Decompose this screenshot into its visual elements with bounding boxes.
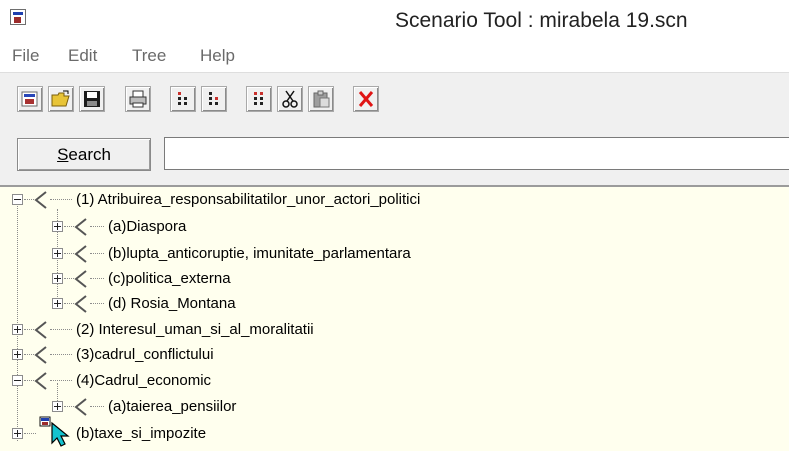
tree-connector: [24, 329, 34, 331]
tree-connector: [24, 433, 36, 435]
add-sibling-node-icon: [178, 92, 187, 105]
search-button-label: earch: [68, 145, 111, 164]
tree-node-label: (d) Rosia_Montana: [108, 295, 236, 312]
tree-node[interactable]: (b)lupta_anticoruptie, imunitate_parlame…: [0, 243, 789, 267]
new-scenario-icon: [21, 91, 38, 107]
paste-icon: [313, 90, 330, 108]
tree-connector: [90, 303, 104, 305]
insert-node-button[interactable]: [246, 86, 272, 112]
tree-connector: [24, 380, 34, 382]
tree-connector: [64, 303, 74, 305]
tree-node[interactable]: (c)politica_externa: [0, 268, 789, 292]
tree-node[interactable]: (b)taxe_si_impozite: [0, 416, 789, 447]
tree-node-label: (c)politica_externa: [108, 270, 231, 287]
insert-node-icon: [254, 92, 263, 105]
tree-node-label: (1) Atribuirea_responsabilitatilor_unor_…: [76, 191, 421, 208]
tree-node[interactable]: (d) Rosia_Montana: [0, 293, 789, 317]
menu-file[interactable]: File: [12, 44, 39, 68]
tree-connector: [90, 278, 104, 280]
expand-toggle[interactable]: [12, 324, 23, 335]
tree-node[interactable]: (3)cadrul_conflictului: [0, 344, 789, 368]
delete-button[interactable]: [353, 86, 379, 112]
tree-node-label: (2) Interesul_uman_si_al_moralitatii: [76, 321, 314, 338]
node-triangle-icon: [34, 191, 47, 209]
tree-node-label: (b)taxe_si_impozite: [76, 425, 207, 442]
drag-cursor-icon: [39, 416, 70, 447]
expand-toggle[interactable]: [52, 248, 63, 259]
expand-toggle[interactable]: [12, 428, 23, 439]
print-button[interactable]: [125, 86, 151, 112]
tree-node-label: (3)cadrul_conflictului: [76, 346, 214, 363]
tree-node-label: (a)taierea_pensiilor: [108, 398, 237, 415]
save-button[interactable]: [79, 86, 105, 112]
save-disk-icon: [84, 91, 100, 107]
tree-connector: [24, 199, 34, 201]
node-triangle-icon: [34, 346, 47, 364]
paste-button[interactable]: [308, 86, 334, 112]
node-triangle-icon: [74, 245, 87, 263]
tree-node-label: (a)Diaspora: [108, 218, 187, 235]
search-button-accesskey: S: [57, 145, 69, 164]
menu-help[interactable]: Help: [200, 44, 235, 68]
scenario-tree[interactable]: (1) Atribuirea_responsabilitatilor_unor_…: [0, 185, 789, 451]
expand-toggle[interactable]: [52, 221, 63, 232]
tree-node[interactable]: (1) Atribuirea_responsabilitatilor_unor_…: [0, 189, 789, 213]
menu-edit[interactable]: Edit: [68, 44, 97, 68]
delete-icon: [358, 91, 374, 107]
expand-toggle[interactable]: [52, 401, 63, 412]
menu-tree[interactable]: Tree: [132, 44, 166, 68]
new-scenario-button[interactable]: [17, 86, 43, 112]
title-bar[interactable]: Scenario Tool : mirabela 19.scn: [0, 0, 789, 40]
tree-connector: [50, 354, 72, 356]
expand-toggle[interactable]: [52, 298, 63, 309]
cut-button[interactable]: [277, 86, 303, 112]
menu-bar: File Edit Tree Help: [0, 44, 789, 68]
tree-node[interactable]: (4)Cadrul_economic: [0, 370, 789, 394]
tree-connector: [50, 329, 72, 331]
add-sibling-node-button[interactable]: [170, 86, 196, 112]
toolbar: Search: [0, 72, 789, 185]
open-button[interactable]: [48, 86, 74, 112]
add-child-node-button[interactable]: [201, 86, 227, 112]
node-triangle-icon: [34, 372, 47, 390]
tree-connector: [90, 226, 104, 228]
collapse-toggle[interactable]: [12, 375, 23, 386]
collapse-toggle[interactable]: [12, 194, 23, 205]
open-folder-icon: [51, 90, 70, 107]
cut-icon: [282, 90, 298, 108]
tree-connector: [24, 354, 34, 356]
node-triangle-icon: [74, 295, 87, 313]
tree-connector: [64, 278, 74, 280]
expand-toggle[interactable]: [12, 349, 23, 360]
tree-connector: [64, 406, 74, 408]
node-triangle-icon: [34, 321, 47, 339]
tree-connector: [64, 226, 74, 228]
window-title: Scenario Tool : mirabela 19.scn: [395, 9, 688, 32]
tree-node[interactable]: (2) Interesul_uman_si_al_moralitatii: [0, 319, 789, 343]
tree-connector: [90, 406, 104, 408]
print-icon: [129, 90, 147, 108]
node-triangle-icon: [74, 218, 87, 236]
app-icon[interactable]: [10, 9, 26, 25]
tree-node[interactable]: (a)Diaspora: [0, 216, 789, 240]
expand-toggle[interactable]: [52, 273, 63, 284]
node-triangle-icon: [74, 270, 87, 288]
tree-node[interactable]: (a)taierea_pensiilor: [0, 396, 789, 420]
search-button[interactable]: Search: [17, 138, 151, 171]
search-input[interactable]: [164, 137, 789, 170]
tree-connector: [50, 380, 72, 382]
tree-connector: [50, 199, 72, 201]
tree-connector: [64, 253, 74, 255]
node-triangle-icon: [74, 398, 87, 416]
tree-node-label: (b)lupta_anticoruptie, imunitate_parlame…: [108, 245, 411, 262]
tree-node-label: (4)Cadrul_economic: [76, 372, 212, 389]
tree-connector: [90, 253, 104, 255]
add-child-node-icon: [209, 92, 218, 105]
